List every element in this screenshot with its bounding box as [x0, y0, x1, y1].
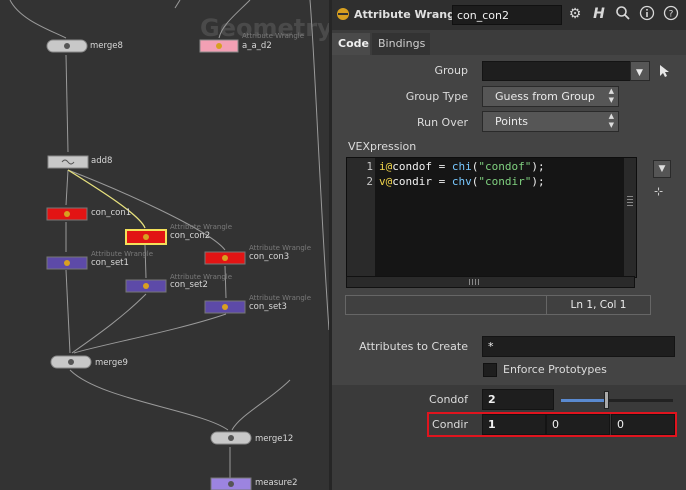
enforce-prototypes-checkbox[interactable] [483, 363, 497, 377]
code-token-fn: chi [451, 160, 472, 173]
node-con_con1[interactable] [46, 206, 88, 222]
scroll-grip-icon [469, 279, 481, 285]
node-con_con3[interactable] [204, 250, 246, 266]
network-view[interactable]: Geometry merge8 Attribute Wrangle a_a_d2… [0, 0, 329, 490]
code-line-1[interactable]: i@condof = chi("condof"); [379, 160, 545, 173]
node-con_set3[interactable] [204, 299, 246, 315]
condof-label: Condof [429, 393, 468, 406]
gear-icon[interactable]: ⚙ [566, 5, 584, 23]
help-icon[interactable]: ? [662, 5, 680, 23]
code-token-arg: "condof" [478, 160, 532, 173]
node-label-merge12: merge12 [255, 434, 294, 444]
node-label-con_con2: con_con2 [170, 231, 211, 241]
node-con_set2[interactable] [125, 278, 167, 294]
updown-arrows-icon: ▲ ▼ [608, 112, 614, 129]
node-name-field[interactable]: con_con2 [452, 5, 562, 25]
slider-fill [561, 399, 606, 402]
group-dropdown-button[interactable]: ▼ [630, 61, 650, 81]
run-over-menu[interactable]: Points ▲ ▼ [482, 111, 619, 132]
line-number: 2 [366, 175, 373, 188]
node-con_con2[interactable] [124, 228, 168, 246]
node-type-con_con3: Attribute Wrangle [249, 244, 312, 252]
node-type-con_set3: Attribute Wrangle [249, 294, 312, 302]
attributes-to-create-label: Attributes to Create [359, 340, 468, 353]
node-label-con_set3: con_set3 [249, 302, 287, 312]
node-type-con_con2: Attribute Wrangle [170, 223, 233, 231]
node-type-a_a_d2: Attribute Wrangle [242, 32, 305, 40]
scroll-grip-icon [627, 196, 633, 206]
code-token-arg: "condir" [478, 175, 532, 188]
horizontal-scrollbar[interactable] [346, 276, 635, 288]
tab-code[interactable]: Code [332, 33, 370, 55]
group-field[interactable] [482, 61, 632, 81]
code-token-type: i@ [379, 160, 393, 173]
node-label-con_set2: con_set2 [170, 280, 208, 290]
enforce-prototypes-label: Enforce Prototypes [503, 363, 607, 376]
run-over-label: Run Over [416, 116, 468, 129]
code-line-2[interactable]: v@condir = chv("condir"); [379, 175, 545, 188]
node-label-measure2: measure2 [255, 478, 298, 488]
node-label-merge8: merge8 [90, 41, 123, 51]
updown-arrows-icon: ▲ ▼ [608, 87, 614, 104]
code-token-var: condir [392, 175, 432, 188]
tab-bindings[interactable]: Bindings [372, 33, 430, 55]
condir-highlight-box [427, 412, 677, 437]
node-add8[interactable] [47, 154, 89, 170]
parameter-tabs: Code Bindings [332, 31, 686, 55]
editor-cursor-position: Ln 1, Col 1 [546, 295, 651, 315]
code-token-fn: chv [451, 175, 472, 188]
group-type-menu[interactable]: Guess from Group ▲ ▼ [482, 86, 619, 107]
wrangle-node-icon [334, 5, 352, 23]
cursor-position-text: Ln 1, Col 1 [570, 299, 627, 311]
condof-field[interactable]: 2 [482, 389, 554, 410]
node-con_set1[interactable] [46, 255, 88, 271]
condof-slider[interactable] [561, 391, 673, 409]
vexpression-label: VEXpression [348, 140, 417, 153]
node-merge8[interactable] [46, 38, 88, 54]
node-measure2[interactable] [210, 476, 252, 490]
group-label: Group [434, 64, 469, 77]
node-label-a_a_d2: a_a_d2 [242, 41, 272, 51]
slider-handle[interactable] [603, 391, 609, 409]
line-number: 1 [366, 160, 373, 173]
code-token-type: v@ [379, 175, 393, 188]
run-over-value: Points [495, 115, 529, 128]
line-number-gutter: 1 2 [347, 158, 375, 277]
vex-code-editor[interactable]: 1 2 i@condof = chi("condof"); v@condir =… [346, 157, 637, 278]
node-a_a_d2[interactable] [199, 38, 239, 54]
node-type-label: Attribute Wrangle [354, 8, 467, 21]
parameter-titlebar: Attribute Wrangle con_con2 ⚙ H ? [332, 0, 686, 30]
node-type-con_set1: Attribute Wrangle [91, 250, 154, 258]
vertical-scrollbar[interactable] [624, 158, 636, 277]
chevron-down-icon[interactable]: ▼ [653, 160, 671, 178]
info-icon[interactable] [638, 5, 656, 23]
help-h-icon[interactable]: H [590, 5, 608, 23]
node-merge12[interactable] [210, 430, 252, 446]
search-icon[interactable] [614, 5, 632, 23]
node-label-con_set1: con_set1 [91, 258, 129, 268]
chevron-down-icon: ▼ [636, 68, 643, 78]
code-token-var: condof [392, 160, 432, 173]
group-type-value: Guess from Group [495, 90, 595, 103]
node-label-con_con1: con_con1 [91, 208, 132, 218]
arrow-select-icon[interactable] [658, 63, 670, 82]
node-label-add8: add8 [91, 156, 113, 166]
group-type-label: Group Type [405, 90, 468, 103]
node-label-con_con3: con_con3 [249, 252, 290, 262]
node-label-merge9: merge9 [95, 358, 128, 368]
plus-plus-icon[interactable]: ⊹ [654, 185, 663, 198]
editor-status-left [345, 295, 547, 315]
node-merge9[interactable] [50, 354, 92, 370]
attributes-to-create-field[interactable]: * [482, 336, 675, 357]
svg-text:?: ? [669, 10, 674, 20]
